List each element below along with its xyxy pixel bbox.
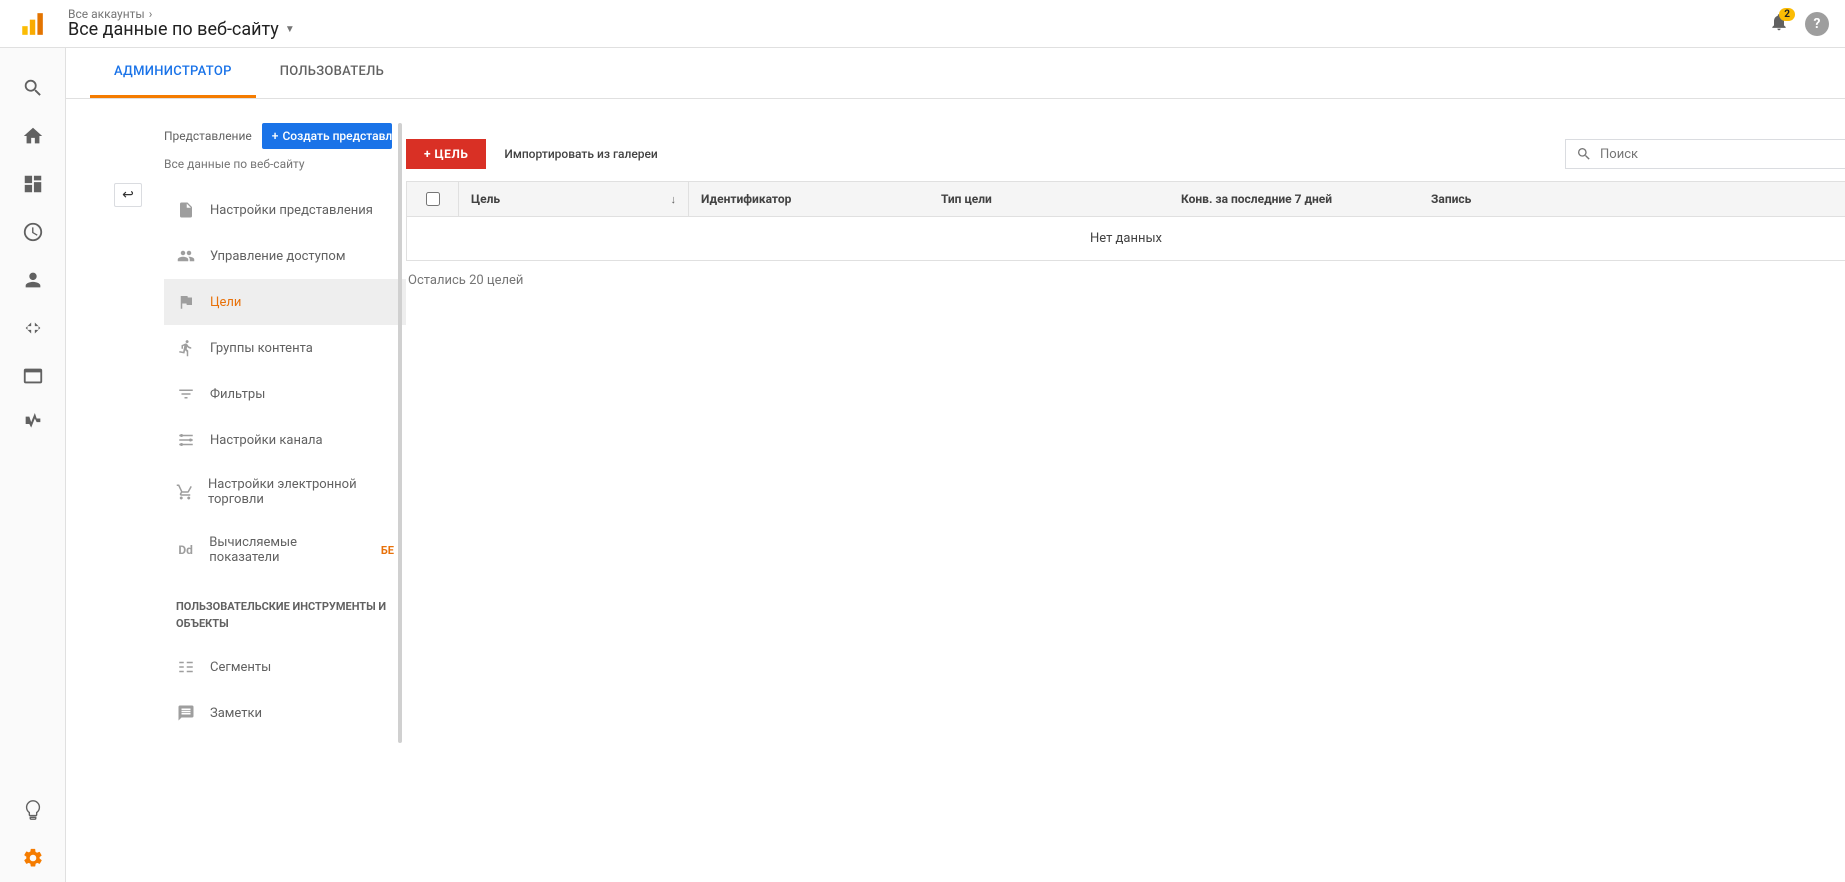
th-type[interactable]: Тип цели bbox=[929, 182, 1169, 216]
nav-annotations[interactable]: Заметки bbox=[164, 690, 406, 736]
nav-ecommerce-settings[interactable]: Настройки электронной торговли bbox=[164, 463, 406, 521]
view-title-selector[interactable]: Все данные по веб-сайту ▼ bbox=[68, 19, 295, 40]
table-header: Цель ↓ Идентификатор Тип цели Конв. за п… bbox=[407, 182, 1845, 217]
goals-remaining: Остались 20 целей bbox=[406, 261, 1845, 288]
section-heading-personal: ПОЛЬЗОВАТЕЛЬСКИЕ ИНСТРУМЕНТЫ И ОБЪЕКТЫ bbox=[164, 579, 406, 644]
column-label: Представление bbox=[164, 129, 252, 143]
notification-badge: 2 bbox=[1779, 8, 1795, 21]
search-icon bbox=[1576, 146, 1592, 162]
current-view-name[interactable]: Все данные по веб-сайту bbox=[164, 157, 406, 171]
nav-label: Вычисляемые показатели bbox=[209, 535, 365, 565]
dd-icon: Dd bbox=[176, 543, 195, 557]
notifications-button[interactable]: 2 bbox=[1769, 12, 1789, 36]
add-goal-button[interactable]: + ЦЕЛЬ bbox=[406, 139, 486, 169]
nav-label: Настройки канала bbox=[210, 433, 323, 448]
nav-label: Управление доступом bbox=[210, 249, 345, 264]
th-checkbox bbox=[407, 182, 459, 216]
top-header: Все аккаунты › Все данные по веб-сайту ▼… bbox=[0, 0, 1845, 48]
search-input[interactable] bbox=[1600, 147, 1835, 162]
cart-icon bbox=[176, 483, 194, 501]
th-recording[interactable]: Запись bbox=[1419, 182, 1845, 216]
nav-label: Фильтры bbox=[210, 387, 265, 402]
sort-down-icon: ↓ bbox=[671, 193, 677, 206]
rail-dashboards[interactable] bbox=[0, 160, 65, 208]
import-gallery-button[interactable]: Импортировать из галереи bbox=[500, 139, 661, 169]
people-icon bbox=[176, 247, 196, 265]
th-id[interactable]: Идентификатор bbox=[689, 182, 929, 216]
nav-label: Цели bbox=[210, 295, 241, 310]
nav-segments[interactable]: Сегменты bbox=[164, 644, 406, 690]
rail-conversions[interactable] bbox=[0, 400, 65, 448]
rail-discover[interactable] bbox=[0, 786, 65, 834]
analytics-logo[interactable] bbox=[16, 8, 48, 40]
left-icon-rail bbox=[0, 48, 66, 882]
th-conversions[interactable]: Конв. за последние 7 дней bbox=[1169, 182, 1419, 216]
segments-icon bbox=[176, 658, 196, 676]
create-view-label: Создать представление bbox=[282, 129, 391, 143]
select-all-checkbox[interactable] bbox=[426, 192, 440, 206]
nav-view-settings[interactable]: Настройки представления bbox=[164, 187, 406, 233]
th-goal[interactable]: Цель ↓ bbox=[459, 182, 689, 216]
rail-search[interactable] bbox=[0, 64, 65, 112]
person-run-icon bbox=[176, 339, 196, 357]
admin-sidebar: ↩ Представление + Создать представление … bbox=[66, 99, 406, 882]
nav-label: Заметки bbox=[210, 706, 262, 721]
rail-audience[interactable] bbox=[0, 256, 65, 304]
beta-badge: БЕ bbox=[381, 544, 394, 557]
header-actions: 2 ? bbox=[1769, 12, 1829, 36]
nav-label: Настройки представления bbox=[210, 203, 373, 218]
caret-down-icon: ▼ bbox=[285, 24, 295, 35]
rail-realtime[interactable] bbox=[0, 208, 65, 256]
rail-home[interactable] bbox=[0, 112, 65, 160]
nav-filters[interactable]: Фильтры bbox=[164, 371, 406, 417]
nav-calculated-metrics[interactable]: Dd Вычисляемые показатели БЕ bbox=[164, 521, 406, 579]
goals-toolbar: + ЦЕЛЬ Импортировать из галереи bbox=[406, 139, 1845, 181]
breadcrumb-area: Все аккаунты › Все данные по веб-сайту ▼ bbox=[68, 7, 295, 40]
nav-user-management[interactable]: Управление доступом bbox=[164, 233, 406, 279]
rail-behavior[interactable] bbox=[0, 352, 65, 400]
nav-goals[interactable]: Цели bbox=[164, 279, 406, 325]
document-icon bbox=[176, 201, 196, 219]
admin-tabs: АДМИНИСТРАТОР ПОЛЬЗОВАТЕЛЬ bbox=[66, 48, 1845, 99]
rail-admin[interactable] bbox=[0, 834, 65, 882]
goals-panel: + ЦЕЛЬ Импортировать из галереи Цель ↓ bbox=[406, 99, 1845, 882]
nav-label: Сегменты bbox=[210, 660, 271, 675]
goals-table: Цель ↓ Идентификатор Тип цели Конв. за п… bbox=[406, 181, 1845, 261]
nav-label: Группы контента bbox=[210, 341, 313, 356]
channel-icon bbox=[176, 431, 196, 449]
table-empty-row: Нет данных bbox=[407, 217, 1845, 260]
nav-content-grouping[interactable]: Группы контента bbox=[164, 325, 406, 371]
rail-acquisition[interactable] bbox=[0, 304, 65, 352]
search-box[interactable] bbox=[1565, 139, 1845, 169]
plus-icon: + bbox=[272, 129, 279, 143]
view-title-text: Все данные по веб-сайту bbox=[68, 19, 279, 40]
tab-user[interactable]: ПОЛЬЗОВАТЕЛЬ bbox=[256, 48, 408, 98]
comment-icon bbox=[176, 704, 196, 722]
tab-admin[interactable]: АДМИНИСТРАТОР bbox=[90, 48, 256, 98]
nav-channel-settings[interactable]: Настройки канала bbox=[164, 417, 406, 463]
nav-label: Настройки электронной торговли bbox=[208, 477, 394, 507]
back-button[interactable]: ↩ bbox=[114, 183, 142, 207]
flag-icon bbox=[176, 293, 196, 311]
filter-icon bbox=[176, 385, 196, 403]
create-view-button[interactable]: + Создать представление bbox=[262, 123, 392, 149]
help-button[interactable]: ? bbox=[1805, 12, 1829, 36]
